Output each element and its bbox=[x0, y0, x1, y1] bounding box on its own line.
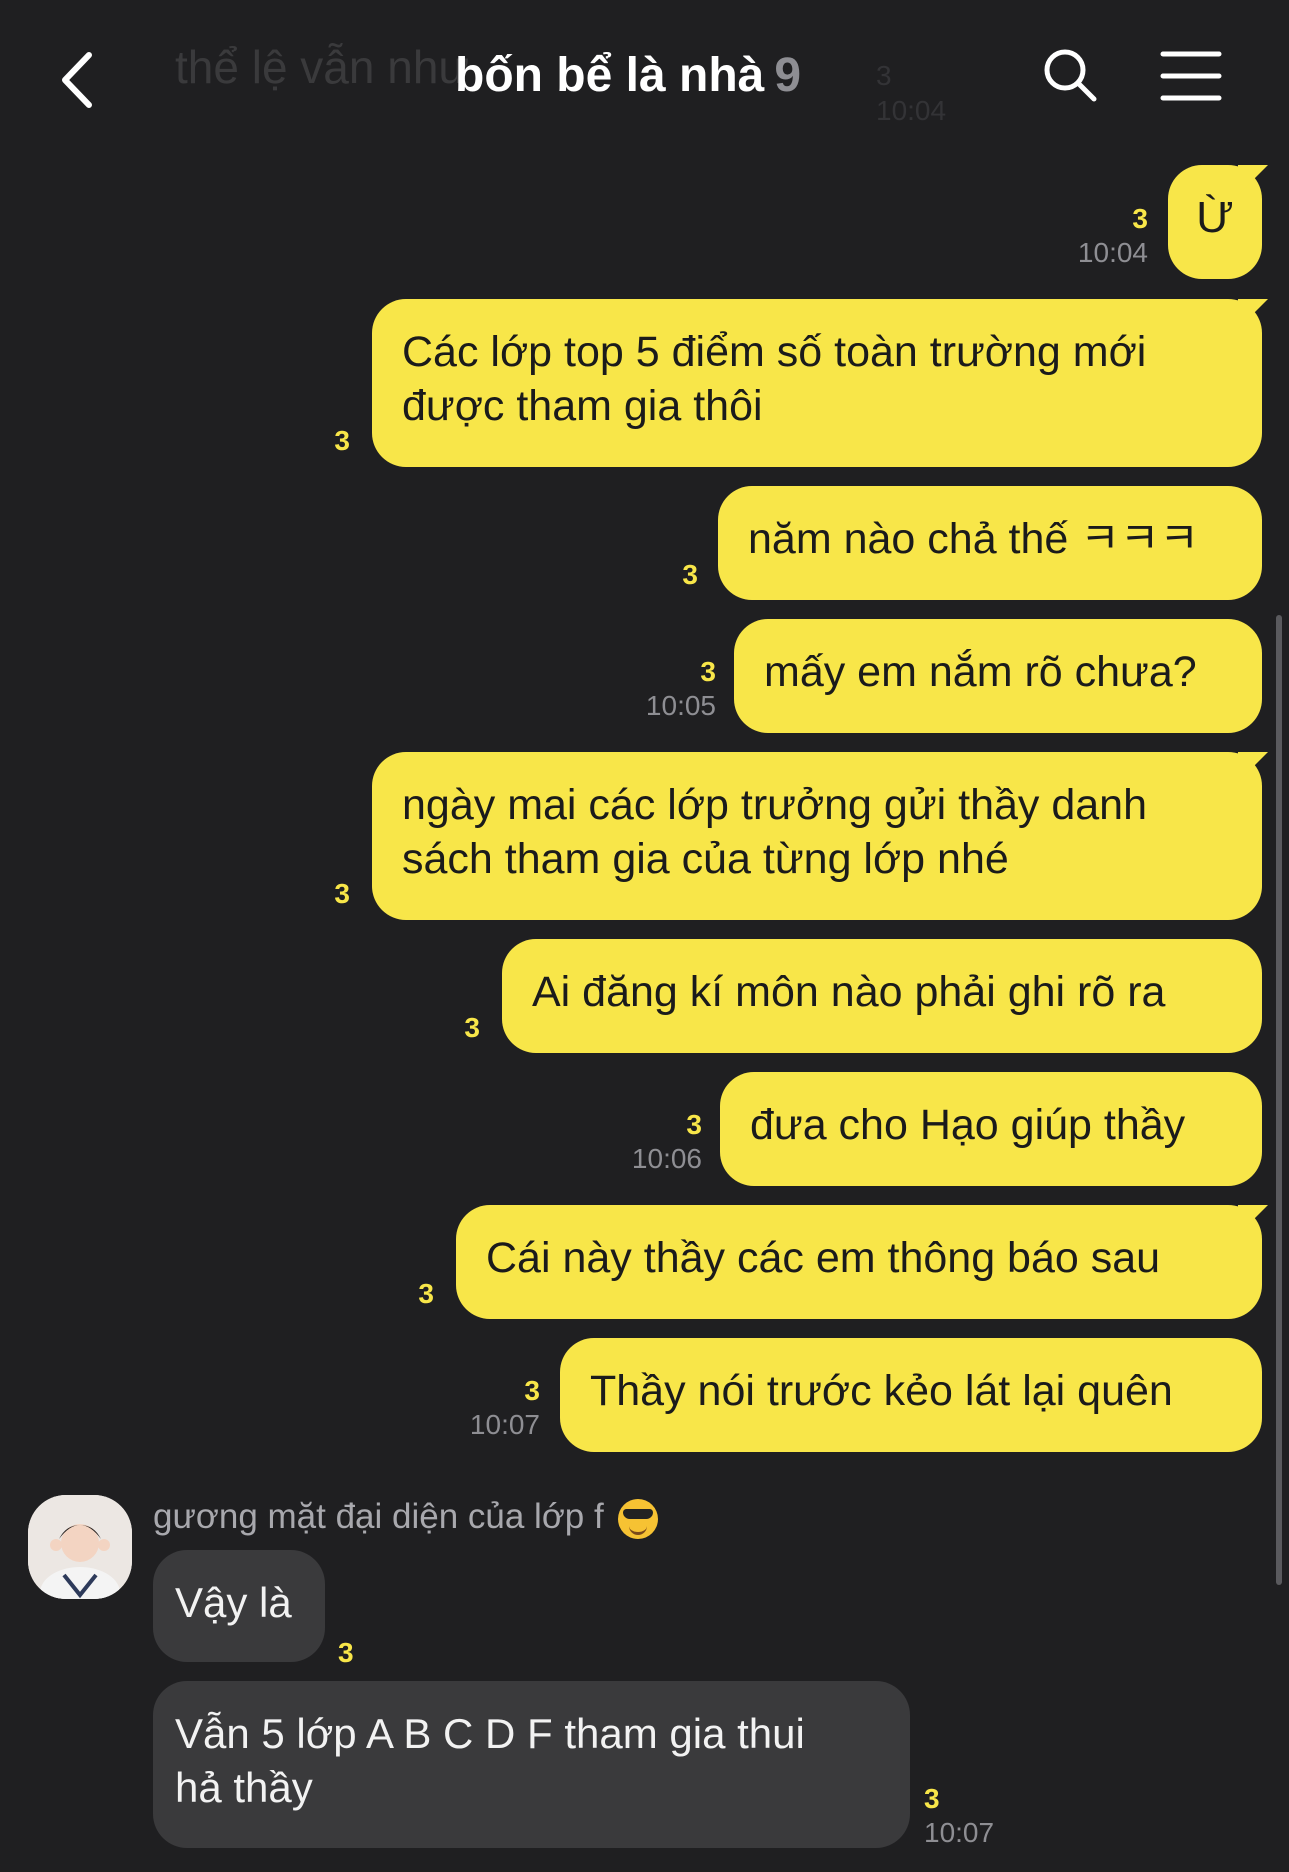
unread-count: 3 bbox=[524, 1375, 540, 1406]
member-count: 9 bbox=[774, 49, 802, 102]
message-bubble[interactable]: mấy em nắm rõ chưa? bbox=[734, 619, 1262, 733]
message-text: Vậy là bbox=[175, 1579, 292, 1626]
message-meta: 3 bbox=[338, 1636, 368, 1670]
message-bubble[interactable]: Thầy nói trước kẻo lát lại quên bbox=[560, 1338, 1262, 1452]
message-bubble[interactable]: ngày mai các lớp trưởng gửi thầy danh sá… bbox=[372, 752, 1262, 920]
message-meta: 3 10:07 bbox=[924, 1782, 1040, 1850]
sender-name: gương mặt đại diện của lớp f bbox=[153, 1497, 658, 1539]
message-time: 10:05 bbox=[645, 690, 716, 721]
message-meta: 3 10:05 bbox=[600, 655, 716, 723]
chat-header: thể lệ vẫn như 3 10:04 bốn bể là nhà 9 bbox=[0, 0, 1289, 150]
scrollbar[interactable] bbox=[1276, 615, 1282, 1585]
menu-icon[interactable] bbox=[1160, 48, 1222, 104]
message-bubble[interactable]: Cái này thầy các em thông báo sau bbox=[456, 1205, 1262, 1319]
message-time: 10:04 bbox=[1077, 237, 1148, 268]
message-meta: 3 10:06 bbox=[586, 1108, 702, 1176]
message-text: đưa cho Hạo giúp thầy bbox=[750, 1101, 1186, 1149]
message-bubble-incoming[interactable]: Vậy là bbox=[153, 1550, 325, 1662]
message-bubble-incoming[interactable]: Vẫn 5 lớp A B C D F tham gia thui hả thầ… bbox=[153, 1681, 910, 1848]
message-text-line2: được tham gia thôi bbox=[402, 382, 763, 430]
message-bubble[interactable]: Các lớp top 5 điểm số toàn trường mới đư… bbox=[372, 299, 1262, 467]
unread-count: 3 bbox=[700, 656, 716, 687]
message-bubble[interactable]: Ừ bbox=[1168, 165, 1262, 279]
chat-title-text: bốn bể là nhà bbox=[455, 49, 765, 102]
header-ghost-time: 10:04 bbox=[876, 95, 947, 126]
message-text-line2: sách tham gia của từng lớp nhé bbox=[402, 835, 1009, 883]
message-meta: 3 10:07 bbox=[424, 1374, 540, 1442]
unread-count: 3 bbox=[1132, 203, 1148, 234]
message-meta: 3 bbox=[404, 1277, 434, 1311]
message-meta: 3 10:04 bbox=[1020, 202, 1148, 270]
message-time: 10:07 bbox=[924, 1817, 995, 1848]
unread-count: 3 bbox=[334, 425, 350, 456]
message-text: Vẫn 5 lớp A B C D F tham gia thui bbox=[175, 1710, 805, 1757]
message-text: Ai đăng kí môn nào phải ghi rõ ra bbox=[532, 968, 1166, 1016]
message-text: Thầy nói trước kẻo lát lại quên bbox=[590, 1367, 1173, 1415]
message-meta: 3 bbox=[320, 877, 350, 911]
message-text: ngày mai các lớp trưởng gửi thầy danh bbox=[402, 781, 1148, 829]
message-text: Cái này thầy các em thông báo sau bbox=[486, 1234, 1161, 1282]
message-text: mấy em nắm rõ chưa? bbox=[764, 648, 1197, 696]
unread-count: 3 bbox=[338, 1637, 354, 1668]
message-text: Ừ bbox=[1196, 193, 1234, 242]
message-text: Các lớp top 5 điểm số toàn trường mới bbox=[402, 328, 1147, 376]
message-bubble[interactable]: Ai đăng kí môn nào phải ghi rõ ra bbox=[502, 939, 1262, 1053]
unread-count: 3 bbox=[686, 1109, 702, 1140]
unread-count: 3 bbox=[418, 1278, 434, 1309]
back-arrow-icon[interactable] bbox=[55, 45, 115, 115]
message-bubble[interactable]: năm nào chả thế ㅋㅋㅋ bbox=[718, 486, 1262, 600]
unread-count: 3 bbox=[924, 1783, 940, 1814]
message-time: 10:07 bbox=[469, 1409, 540, 1440]
message-bubble[interactable]: đưa cho Hạo giúp thầy bbox=[720, 1072, 1262, 1186]
message-meta: 3 bbox=[320, 424, 350, 458]
unread-count: 3 bbox=[334, 878, 350, 909]
header-ghost-unread: 3 bbox=[876, 60, 892, 91]
message-meta: 3 bbox=[668, 558, 698, 592]
unread-count: 3 bbox=[464, 1012, 480, 1043]
message-meta: 3 bbox=[450, 1011, 480, 1045]
message-text-line2: hả thầy bbox=[175, 1764, 313, 1811]
header-ghost-text: thể lệ vẫn như bbox=[175, 41, 470, 93]
unread-count: 3 bbox=[682, 559, 698, 590]
avatar[interactable] bbox=[28, 1495, 132, 1599]
chat-title: bốn bể là nhà 9 bbox=[455, 48, 801, 103]
sender-name-text: gương mặt đại diện của lớp f bbox=[153, 1497, 604, 1536]
message-text: năm nào chả thế ㅋㅋㅋ bbox=[748, 515, 1199, 563]
search-icon[interactable] bbox=[1040, 45, 1100, 105]
sunglasses-emoji-icon bbox=[617, 1498, 658, 1539]
message-time: 10:06 bbox=[631, 1143, 702, 1174]
